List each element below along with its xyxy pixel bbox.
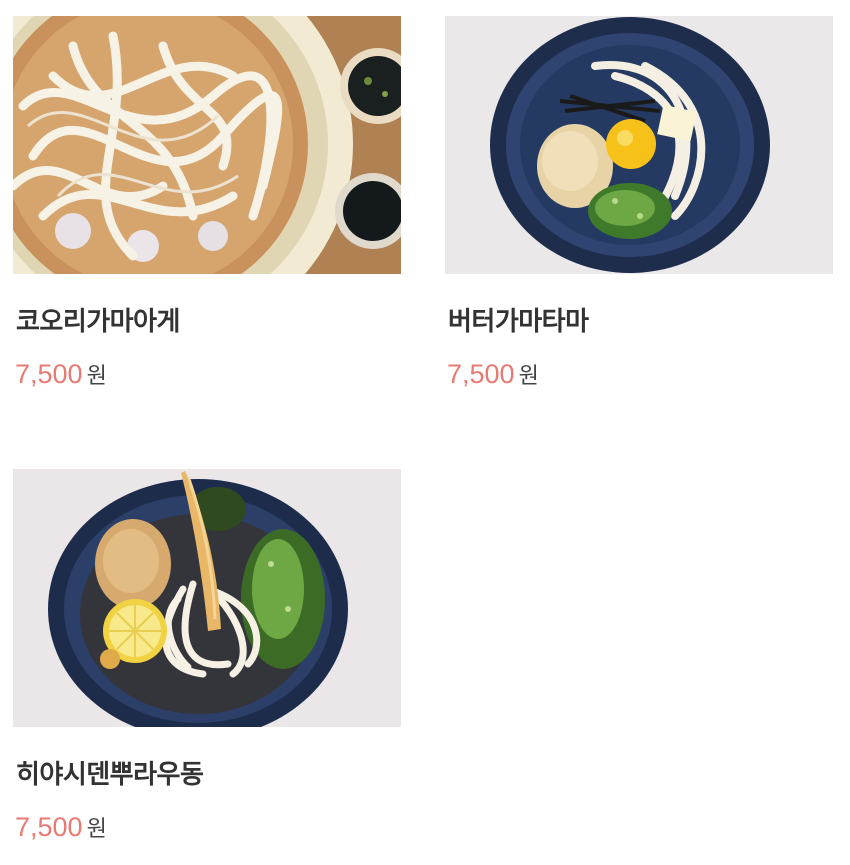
currency-unit: 원: [86, 817, 107, 842]
menu-item-price: 7,500: [15, 359, 83, 389]
price-row: 7,500 원: [13, 812, 401, 846]
price-row: 7,500 원: [445, 359, 833, 393]
menu-item-card[interactable]: 히야시덴뿌라우동 7,500 원: [13, 469, 401, 846]
currency-unit: 원: [518, 364, 539, 389]
menu-item-price: 7,500: [447, 359, 515, 389]
price-row: 7,500 원: [13, 359, 401, 393]
cold-tempura-udon-photo[interactable]: [13, 469, 401, 727]
menu-item-price: 7,500: [15, 812, 83, 842]
menu-item-card[interactable]: 코오리가마아게 7,500 원: [13, 16, 401, 393]
menu-item-card[interactable]: 버터가마타마 7,500 원: [445, 16, 833, 393]
cold-udon-on-ice-photo[interactable]: [13, 16, 401, 274]
menu-item-name[interactable]: 코오리가마아게: [13, 307, 401, 337]
currency-unit: 원: [86, 364, 107, 389]
menu-item-name[interactable]: 버터가마타마: [445, 307, 833, 337]
menu-item-name[interactable]: 히야시덴뿌라우동: [13, 760, 401, 790]
butter-egg-udon-photo[interactable]: [445, 16, 833, 274]
